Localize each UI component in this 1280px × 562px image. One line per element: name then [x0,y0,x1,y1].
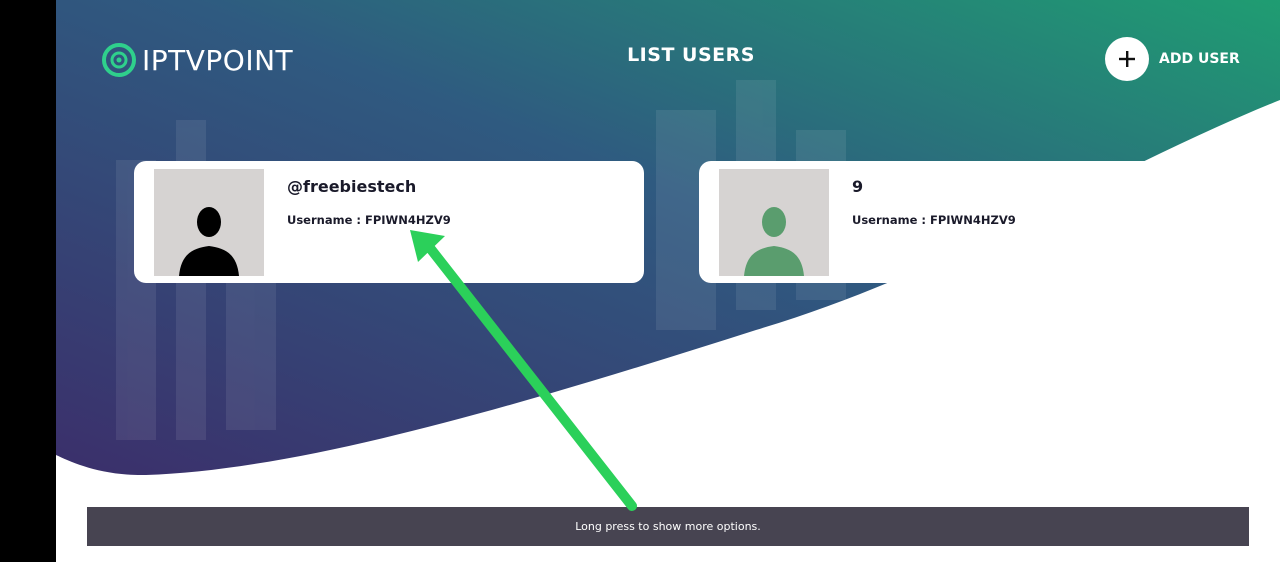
user-icon [744,207,804,276]
user-name: @freebiestech [287,177,417,196]
user-username: Username : FPIWN4HZV9 [287,213,451,227]
user-card[interactable]: @freebiestech Username : FPIWN4HZV9 [134,161,644,283]
add-user-label: ADD USER [1159,51,1240,67]
user-card[interactable]: 9 Username : FPIWN4HZV9 [699,161,1259,283]
add-user-button[interactable]: ADD USER [1105,37,1240,81]
left-black-bar [0,0,56,562]
avatar [154,169,264,276]
page-title: LIST USERS [627,44,755,66]
avatar [719,169,829,276]
toast-message: Long press to show more options. [87,507,1249,546]
user-icon [179,207,239,276]
user-name: 9 [852,177,864,196]
plus-icon[interactable] [1105,37,1149,81]
user-username: Username : FPIWN4HZV9 [852,213,1016,227]
